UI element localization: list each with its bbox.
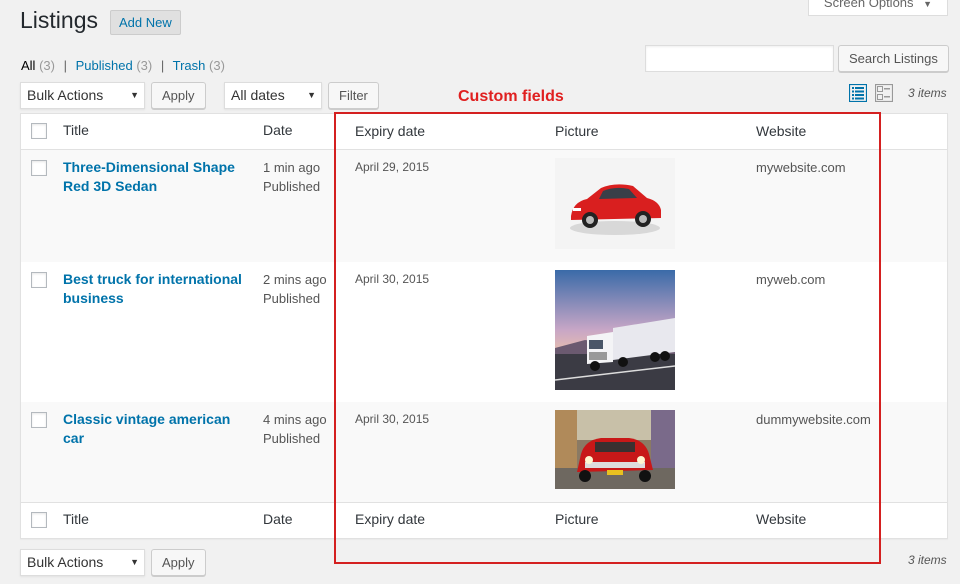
screen-options-button[interactable]: Screen Options ▼ [808,0,948,16]
date-ago: 1 min ago [263,160,321,175]
screen-options-label: Screen Options [823,0,914,10]
listing-title-link[interactable]: Best truck for international business [63,270,248,308]
custom-fields-annotation: Custom fields [458,88,564,105]
date-cell: 4 mins ago Published [263,410,327,448]
filter-all[interactable]: All [21,58,35,73]
filter-separator: | [160,58,165,73]
search-listings-button[interactable]: Search Listings [838,45,949,72]
filter-separator: | [63,58,67,73]
dropdown-arrow-icon: ▼ [130,90,139,100]
filter-all-count: (3) [39,58,55,73]
dates-label: All dates [231,87,285,103]
listing-title-link[interactable]: Three-Dimensional Shape Red 3D Sedan [63,158,248,196]
column-date[interactable]: Date [263,122,293,138]
post-status: Published [263,431,321,446]
post-status: Published [263,291,321,306]
date-ago: 4 mins ago [263,412,327,427]
row-checkbox[interactable] [31,412,47,428]
items-count-bottom: 3 items [908,553,947,567]
listing-title-link[interactable]: Classic vintage american car [63,410,248,448]
bulk-actions-label: Bulk Actions [27,554,104,570]
select-all-checkbox[interactable] [31,512,47,528]
post-status: Published [263,179,321,194]
bulk-actions-select[interactable]: Bulk Actions ▼ [20,82,145,109]
custom-fields-highlight-box [334,112,881,564]
dropdown-arrow-icon: ▼ [130,557,139,567]
date-cell: 2 mins ago Published [263,270,327,308]
filter-button[interactable]: Filter [328,82,379,109]
filter-trash[interactable]: Trash [173,58,206,73]
apply-button[interactable]: Apply [151,82,206,109]
column-date[interactable]: Date [263,511,293,527]
page-title: Listings [20,7,98,33]
dropdown-arrow-icon: ▼ [307,90,316,100]
select-all-checkbox[interactable] [31,123,47,139]
add-new-button[interactable]: Add New [110,10,181,35]
items-count: 3 items [908,86,947,100]
apply-button-bottom[interactable]: Apply [151,549,206,576]
date-cell: 1 min ago Published [263,158,320,196]
column-title[interactable]: Title [63,122,89,138]
status-filters: All (3) | Published (3) | Trash (3) [21,58,225,73]
chevron-down-icon: ▼ [923,0,933,9]
date-ago: 2 mins ago [263,272,327,287]
row-checkbox[interactable] [31,160,47,176]
list-view-icon[interactable] [849,84,867,102]
excerpt-view-icon[interactable] [875,84,893,102]
search-input[interactable] [645,45,834,72]
filter-published-count: (3) [136,58,153,73]
bulk-actions-label: Bulk Actions [27,87,104,103]
bulk-actions-select-bottom[interactable]: Bulk Actions ▼ [20,549,145,576]
row-checkbox[interactable] [31,272,47,288]
filter-published[interactable]: Published [76,58,133,73]
dates-select[interactable]: All dates ▼ [224,82,322,109]
filter-trash-count: (3) [209,58,225,73]
column-title[interactable]: Title [63,511,89,527]
